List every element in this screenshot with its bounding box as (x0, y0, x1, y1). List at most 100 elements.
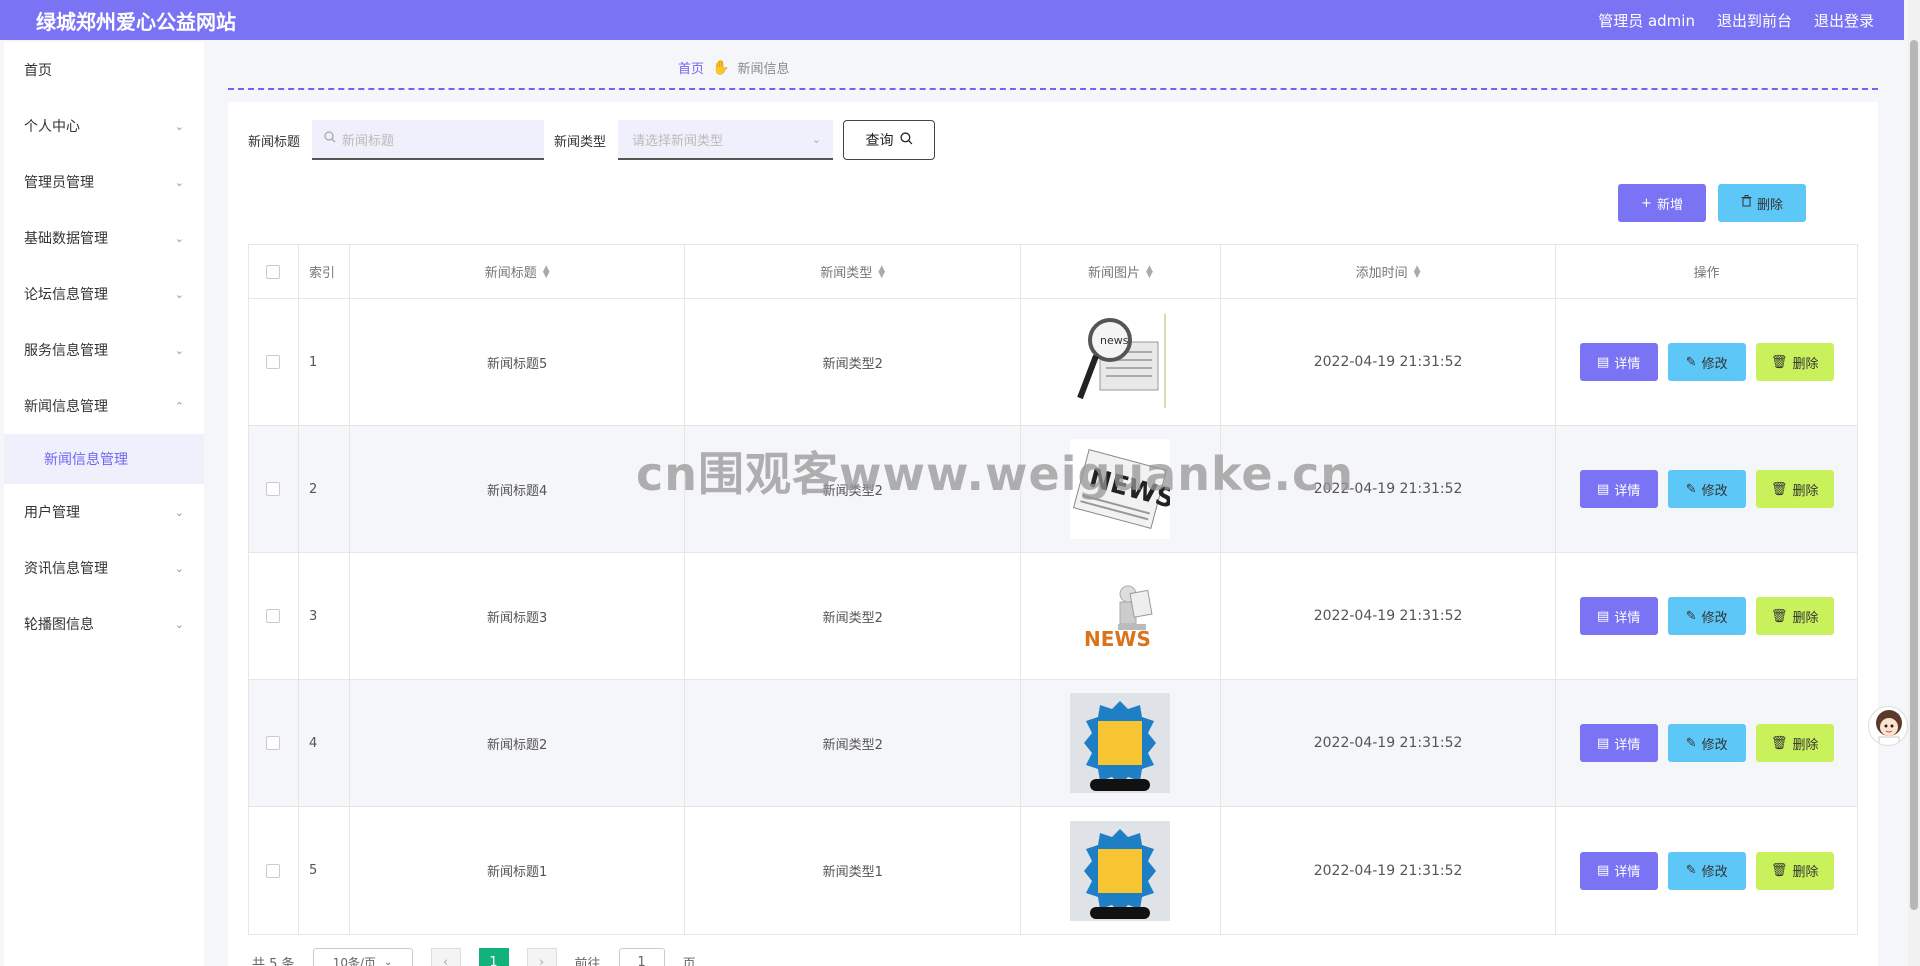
edit-button[interactable]: ✎ 修改 (1667, 597, 1746, 635)
detail-label: 详情 (1614, 483, 1641, 499)
row-checkbox[interactable] (266, 355, 281, 369)
sidebar-item-label: 服务信息管理 (24, 343, 108, 359)
delete-button[interactable]: 🗑 删除 (1755, 470, 1834, 508)
row-type: 新闻类型2 (685, 553, 1022, 679)
breaking-news-badge-image[interactable] (1070, 820, 1171, 921)
trash-icon: 🗑 (1770, 608, 1788, 624)
delete-button[interactable]: 🗑 删除 (1755, 343, 1834, 381)
header-image[interactable]: 新闻图片 ▲ ▼ (1021, 245, 1221, 298)
news-paper-image[interactable]: NEWS (1070, 439, 1171, 539)
delete-button[interactable]: 🗑 删除 (1755, 851, 1834, 890)
sort-icon[interactable]: ▲ ▼ (543, 264, 550, 279)
vertical-scrollbar[interactable] (1908, 0, 1920, 966)
title-search-placeholder: 新闻标题 (342, 133, 395, 149)
delete-label: 删除 (1792, 610, 1819, 626)
detail-button[interactable]: ▤ 详情 (1579, 597, 1658, 635)
header-type[interactable]: 新闻类型 ▲ ▼ (685, 245, 1022, 298)
admin-user-link[interactable]: 管理员 admin (1598, 10, 1695, 31)
sidebar-item-service[interactable]: 服务信息管理 ⌄ (4, 322, 204, 378)
batch-delete-button[interactable]: 删除 (1718, 184, 1806, 222)
prev-page-button[interactable]: ‹ (430, 948, 461, 966)
pagination: 共 5 条 10条/页 ⌄ ‹ 1 › 前往 1 页 (252, 948, 696, 966)
row-time: 2022-04-19 21:31:52 (1221, 680, 1557, 806)
row-checkbox[interactable] (266, 609, 281, 623)
edit-button[interactable]: ✎ 修改 (1667, 724, 1746, 762)
sidebar-item-carousel[interactable]: 轮播图信息 ⌄ (4, 596, 204, 652)
sidebar-item-base-data[interactable]: 基础数据管理 ⌄ (4, 210, 204, 266)
page-size-select[interactable]: 10条/页 ⌄ (312, 948, 413, 966)
hand-icon: ✋ (712, 59, 730, 76)
query-button-label: 查询 (865, 133, 894, 149)
edit-button[interactable]: ✎ 修改 (1667, 851, 1746, 890)
type-select-placeholder: 请选择新闻类型 (632, 133, 724, 149)
sidebar-item-forum[interactable]: 论坛信息管理 ⌄ (4, 266, 204, 322)
breadcrumb-home[interactable]: 首页 (678, 58, 704, 77)
news-magnifier-image[interactable]: news (1070, 312, 1171, 412)
row-checkbox[interactable] (266, 736, 281, 750)
header-index: 索引 (299, 245, 350, 298)
breadcrumb: 首页 ✋ 新闻信息 (678, 58, 790, 78)
trash-icon: 🗑 (1770, 735, 1788, 751)
sidebar-item-admin-management[interactable]: 管理员管理 ⌄ (4, 154, 204, 210)
svg-text:news: news (1100, 334, 1129, 347)
sidebar-item-personal-center[interactable]: 个人中心 ⌄ (4, 98, 204, 154)
sidebar-item-news[interactable]: 新闻信息管理 ⌃ (4, 378, 204, 434)
query-button[interactable]: 查询 (843, 120, 936, 160)
title-search-input[interactable]: 新闻标题 (312, 120, 545, 160)
assistant-avatar[interactable] (1868, 706, 1908, 746)
detail-button[interactable]: ▤ 详情 (1579, 851, 1658, 890)
pencil-icon: ✎ (1685, 735, 1697, 751)
add-button[interactable]: + 新增 (1618, 184, 1706, 222)
sidebar-item-label: 首页 (24, 63, 52, 79)
chevron-down-icon: ⌄ (811, 132, 822, 146)
logout-link[interactable]: 退出登录 (1814, 10, 1874, 31)
sidebar-subitem-news-management[interactable]: 新闻信息管理 (4, 434, 204, 484)
delete-button[interactable]: 🗑 删除 (1755, 724, 1834, 762)
row-title: 新闻标题3 (350, 553, 686, 679)
row-title: 新闻标题4 (350, 426, 686, 552)
goto-page-input[interactable]: 1 (618, 948, 665, 966)
type-field-label: 新闻类型 (554, 134, 607, 150)
back-to-frontend-link[interactable]: 退出到前台 (1717, 10, 1792, 31)
document-icon: ▤ (1597, 863, 1610, 878)
sort-icon[interactable]: ▲ ▼ (1146, 264, 1153, 279)
sidebar-item-info[interactable]: 资讯信息管理 ⌄ (4, 540, 204, 596)
row-time: 2022-04-19 21:31:52 (1221, 553, 1557, 679)
select-all-checkbox[interactable] (266, 264, 281, 279)
breadcrumb-divider (228, 88, 1878, 90)
row-checkbox[interactable] (266, 482, 281, 496)
detail-button[interactable]: ▤ 详情 (1579, 724, 1658, 762)
chevron-down-icon: ⌄ (174, 119, 184, 133)
scrollbar-thumb[interactable] (1910, 40, 1918, 910)
sidebar-item-home[interactable]: 首页 (4, 42, 204, 98)
row-checkbox[interactable] (266, 863, 281, 878)
delete-button[interactable]: 🗑 删除 (1755, 597, 1834, 635)
row-type: 新闻类型1 (685, 807, 1022, 934)
row-title: 新闻标题2 (350, 680, 686, 806)
news-table: 索引 新闻标题 ▲ ▼ 新闻类型 ▲ ▼ 新闻图片 ▲ ▼ 添加时间 ▲ ▼ 操作 1 新闻标题… (248, 244, 1858, 935)
header-title-label: 新闻标题 (484, 266, 537, 281)
breaking-news-badge-image[interactable] (1070, 693, 1171, 793)
next-page-button[interactable]: › (526, 948, 557, 966)
type-select[interactable]: 请选择新闻类型 ⌄ (618, 120, 834, 160)
row-image-cell (1021, 807, 1221, 934)
row-image-cell: NEWS (1021, 553, 1221, 679)
detail-button[interactable]: ▤ 详情 (1579, 470, 1658, 508)
chevron-right-icon: › (538, 954, 545, 966)
sidebar: 首页 个人中心 ⌄ 管理员管理 ⌄ 基础数据管理 ⌄ 论坛信息管理 ⌄ 服务信息管理 ⌄ … (4, 42, 204, 966)
page-size-value: 10条/页 (332, 955, 377, 966)
sidebar-item-users[interactable]: 用户管理 ⌄ (4, 484, 204, 540)
detail-label: 详情 (1614, 737, 1641, 753)
header-title[interactable]: 新闻标题 ▲ ▼ (350, 245, 686, 298)
header-time[interactable]: 添加时间 ▲ ▼ (1221, 245, 1557, 298)
page-number-button[interactable]: 1 (478, 948, 509, 966)
breadcrumb-current: 新闻信息 (737, 62, 790, 77)
table-row: 3 新闻标题3 新闻类型2 NEWS 2022-04-19 21:31:52 ▤… (249, 553, 1857, 680)
detail-button[interactable]: ▤ 详情 (1579, 343, 1658, 381)
news-reader-image[interactable]: NEWS (1070, 566, 1171, 666)
sort-icon[interactable]: ▲ ▼ (1414, 264, 1421, 279)
row-ops: ▤ 详情 ✎ 修改 🗑 删除 (1556, 680, 1857, 806)
edit-button[interactable]: ✎ 修改 (1667, 343, 1746, 381)
edit-button[interactable]: ✎ 修改 (1667, 470, 1746, 508)
sort-icon[interactable]: ▲ ▼ (878, 264, 885, 279)
